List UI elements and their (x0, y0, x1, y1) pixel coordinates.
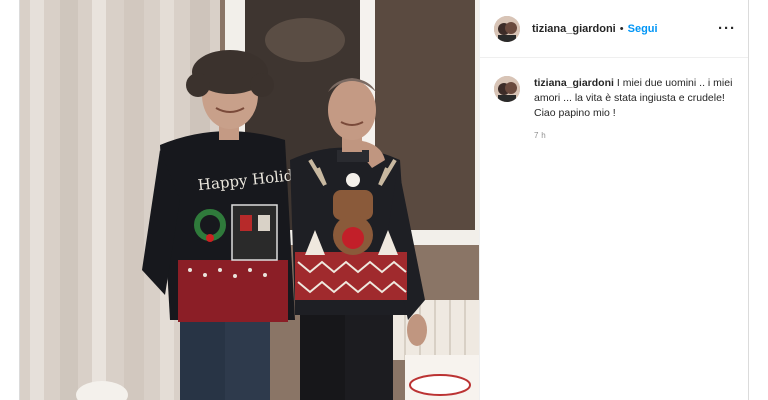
caption-body: tiziana_giardoni I miei due uomini .. i … (534, 76, 734, 143)
caption-username[interactable]: tiziana_giardoni (534, 77, 614, 89)
follow-button[interactable]: Segui (628, 23, 658, 35)
caption-comment: tiziana_giardoni I miei due uomini .. i … (480, 58, 748, 143)
post-container: Happy Holidays tiziana_giardoni • Segui … (19, 0, 749, 400)
caption-avatar[interactable] (494, 76, 520, 102)
post-photo[interactable]: Happy Holidays (20, 0, 479, 400)
post-header: tiziana_giardoni • Segui ··· (480, 0, 748, 58)
photo-illustration: Happy Holidays (20, 0, 479, 400)
post-side-panel: tiziana_giardoni • Segui ··· tiziana_gia… (479, 0, 748, 400)
avatar-image-icon (494, 76, 520, 102)
avatar-image-icon (494, 15, 520, 42)
username-link[interactable]: tiziana_giardoni (532, 23, 616, 35)
avatar[interactable] (494, 15, 520, 42)
separator-dot: • (619, 22, 624, 35)
post-timestamp[interactable]: 7 h (534, 128, 734, 143)
more-options-icon[interactable]: ··· (718, 20, 736, 37)
